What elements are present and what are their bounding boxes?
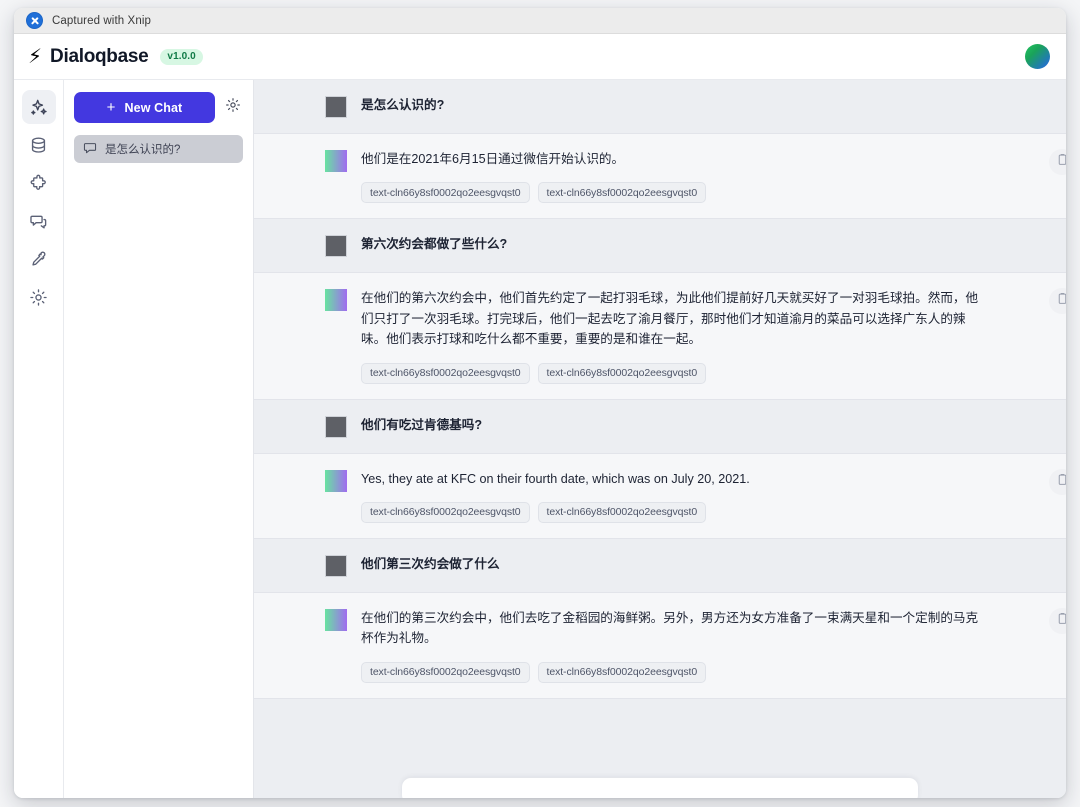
source-tag[interactable]: text-cln66y8sf0002qo2eesgvqst0 bbox=[537, 182, 707, 204]
message-row-assistant: 在他们的第三次约会中，他们去吃了金稻园的海鲜粥。另外，男方还为女方准备了一束满天… bbox=[254, 592, 1067, 699]
avatar bbox=[325, 415, 347, 438]
app-window: Captured with Xnip ⚡ Dialoqbase v1.0.0 +… bbox=[14, 8, 1066, 798]
avatar bbox=[325, 469, 347, 492]
gear-icon bbox=[29, 288, 48, 307]
message-text: 他们是在2021年6月15日通过微信开始认识的。 bbox=[361, 152, 625, 166]
message-row-user: 第六次约会都做了些什么? bbox=[254, 219, 1066, 274]
avatar bbox=[325, 150, 347, 172]
copy-button[interactable] bbox=[1049, 288, 1067, 315]
sidebar-top: + New Chat bbox=[74, 92, 243, 123]
bolt-icon: ⚡ bbox=[28, 45, 43, 68]
sidebar-item-settings[interactable] bbox=[22, 280, 56, 314]
xnip-capture-bar: Captured with Xnip bbox=[14, 8, 1066, 34]
message-text: 在他们的第三次约会中，他们去吃了金稻园的海鲜粥。另外，男方还为女方准备了一束满天… bbox=[361, 610, 979, 646]
message-list[interactable]: 是怎么认识的? 他们是在2021年6月15日通过微信开始认识的。 text-cl… bbox=[254, 80, 1066, 798]
clipboard-icon bbox=[1056, 612, 1067, 630]
source-tag[interactable]: text-cln66y8sf0002qo2eesgvqst0 bbox=[361, 661, 530, 683]
source-tag[interactable]: text-cln66y8sf0002qo2eesgvqst0 bbox=[537, 661, 707, 683]
version-badge: v1.0.0 bbox=[160, 48, 203, 65]
message-row-assistant: 在他们的第六次约会中，他们首先约定了一起打羽毛球，为此他们提前好几天就买好了一对… bbox=[254, 273, 1067, 400]
chat-settings-button[interactable] bbox=[223, 98, 243, 118]
message-text: Yes, they ate at KFC on their fourth dat… bbox=[361, 471, 750, 486]
sidebar-item-database[interactable] bbox=[22, 128, 56, 162]
source-tag[interactable]: text-cln66y8sf0002qo2eesgvqst0 bbox=[361, 501, 530, 523]
sidebar-item-integrations[interactable] bbox=[22, 166, 56, 200]
source-tag[interactable]: text-cln66y8sf0002qo2eesgvqst0 bbox=[537, 501, 707, 523]
brand-name: Dialoqbase bbox=[50, 45, 149, 67]
sidebar-item-sparkles[interactable] bbox=[21, 90, 56, 124]
source-tag[interactable]: text-cln66y8sf0002qo2eesgvqst0 bbox=[361, 182, 530, 204]
message-row-user: 他们第三次约会做了什么 bbox=[254, 538, 1066, 593]
chat-sidebar: + New Chat 是怎么认识的? bbox=[64, 80, 254, 798]
new-chat-button[interactable]: + New Chat bbox=[74, 92, 215, 123]
clipboard-icon bbox=[1056, 153, 1067, 171]
source-tags: text-cln66y8sf0002qo2eesgvqst0 text-cln6… bbox=[361, 182, 987, 204]
conversation-pane: 是怎么认识的? 他们是在2021年6月15日通过微信开始认识的。 text-cl… bbox=[254, 80, 1066, 798]
sidebar-item-conversations[interactable] bbox=[22, 204, 56, 238]
puzzle-icon bbox=[29, 174, 48, 193]
source-tags: text-cln66y8sf0002qo2eesgvqst0 text-cln6… bbox=[361, 661, 987, 683]
avatar bbox=[325, 554, 347, 577]
message-text: 第六次约会都做了些什么? bbox=[361, 237, 508, 252]
message-row-assistant: Yes, they ate at KFC on their fourth dat… bbox=[254, 453, 1067, 539]
avatar bbox=[325, 235, 347, 258]
copy-button[interactable] bbox=[1049, 607, 1067, 634]
database-icon bbox=[29, 136, 48, 155]
copy-button[interactable] bbox=[1049, 468, 1067, 495]
source-tag[interactable]: text-cln66y8sf0002qo2eesgvqst0 bbox=[537, 362, 707, 384]
source-tags: text-cln66y8sf0002qo2eesgvqst0 text-cln6… bbox=[361, 362, 987, 384]
avatar bbox=[325, 608, 347, 631]
xnip-capture-label: Captured with Xnip bbox=[52, 14, 151, 27]
copy-button[interactable] bbox=[1049, 149, 1066, 175]
body: + New Chat 是怎么认识的? 是怎么认识的? 他们是在2021年6月15… bbox=[14, 80, 1066, 798]
message-row-user: 是怎么认识的? bbox=[254, 80, 1066, 134]
message-text: 他们有吃过肯德基吗? bbox=[361, 417, 483, 432]
source-tags: text-cln66y8sf0002qo2eesgvqst0 text-cln6… bbox=[361, 501, 987, 523]
sidebar-item-appearance[interactable] bbox=[22, 242, 56, 276]
new-chat-label: New Chat bbox=[124, 100, 183, 115]
gear-icon bbox=[225, 97, 241, 118]
message-row-user: 他们有吃过肯德基吗? bbox=[254, 399, 1066, 454]
avatar bbox=[325, 96, 347, 118]
eyedropper-icon bbox=[29, 250, 48, 269]
message-text: 他们第三次约会做了什么 bbox=[361, 556, 500, 571]
app-header: ⚡ Dialoqbase v1.0.0 bbox=[14, 34, 1066, 80]
brand[interactable]: ⚡ Dialoqbase v1.0.0 bbox=[28, 46, 203, 68]
list-item-label: 是怎么认识的? bbox=[105, 144, 181, 156]
message-text: 是怎么认识的? bbox=[361, 98, 445, 112]
source-tag[interactable]: text-cln66y8sf0002qo2eesgvqst0 bbox=[361, 362, 530, 384]
avatar bbox=[325, 289, 347, 312]
chat-bubbles-icon bbox=[29, 212, 48, 231]
clipboard-icon bbox=[1056, 292, 1067, 310]
plus-icon: + bbox=[106, 99, 116, 116]
message-text: 在他们的第六次约会中，他们首先约定了一起打羽毛球，为此他们提前好几天就买好了一对… bbox=[361, 291, 979, 347]
avatar[interactable] bbox=[1025, 44, 1050, 69]
message-row-assistant: 他们是在2021年6月15日通过微信开始认识的。 text-cln66y8sf0… bbox=[254, 134, 1066, 220]
chat-bubble-icon bbox=[83, 141, 97, 158]
message-composer[interactable] bbox=[402, 778, 918, 798]
clipboard-icon bbox=[1056, 473, 1067, 491]
sparkles-icon bbox=[29, 98, 48, 117]
xnip-logo-icon bbox=[26, 12, 43, 29]
list-item[interactable]: 是怎么认识的? bbox=[74, 135, 243, 163]
icon-rail bbox=[14, 80, 64, 798]
